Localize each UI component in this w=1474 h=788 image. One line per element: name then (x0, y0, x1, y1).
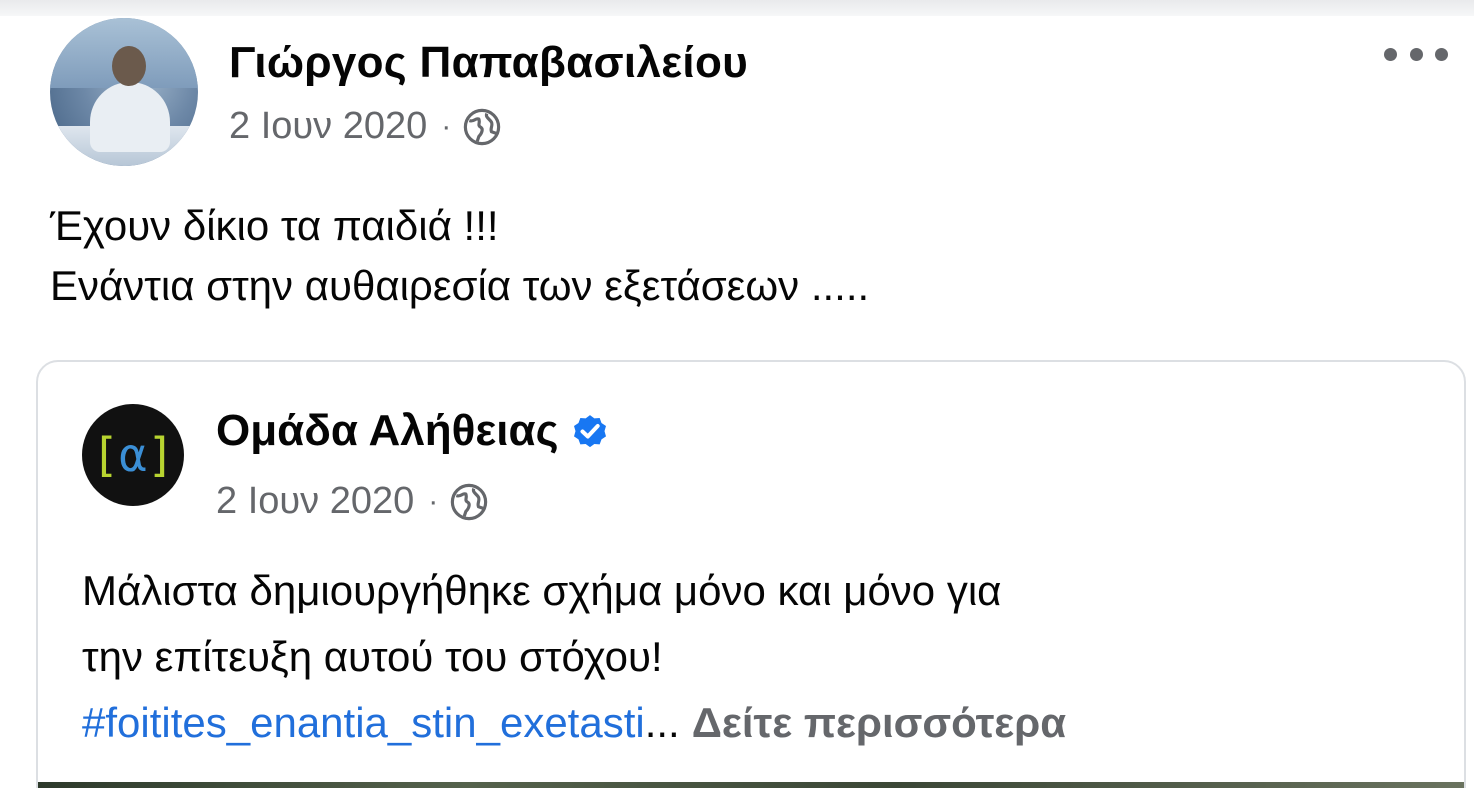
shared-post-meta: 2 Ιουν 2020 · (216, 480, 488, 523)
post-text-line: Έχουν δίκιο τα παιδιά !!! (50, 202, 499, 249)
globe-icon[interactable] (463, 108, 501, 146)
author-name[interactable]: Γιώργος Παπαβασιλείου (229, 38, 748, 88)
hashtag-link[interactable]: #foitites_enantia_stin_exetasti (82, 699, 645, 746)
globe-icon[interactable] (450, 483, 488, 521)
verified-badge-icon (574, 415, 607, 448)
shared-page-name-row: Ομάδα Αλήθειας (216, 406, 610, 456)
post-text: Έχουν δίκιο τα παιδιά !!! Ενάντια στην α… (50, 196, 869, 316)
top-divider (0, 0, 1474, 16)
meta-separator: · (428, 484, 439, 518)
shared-text-line-hashtag: #foitites_enantia_stin_exetasti... Δείτε … (82, 690, 1066, 756)
page-logo-avatar[interactable]: [α] (82, 404, 184, 506)
shared-post-card[interactable]: [α] Ομάδα Αλήθειας 2 Ιουν 2020 · Μάλιστα… (36, 360, 1466, 788)
shared-media-preview[interactable] (38, 782, 1464, 788)
post-text-line: Ενάντια στην αυθαιρεσία των εξετάσεων ..… (50, 262, 870, 309)
more-options-icon (1384, 47, 1397, 61)
logo-right-bracket: ] (146, 428, 175, 482)
shared-page-name[interactable]: Ομάδα Αλήθειας (216, 406, 558, 456)
meta-separator: · (441, 109, 452, 143)
shared-text-line: την επίτευξη αυτού του στόχου! (82, 633, 663, 680)
facebook-post: Γιώργος Παπαβασιλείου 2 Ιουν 2020 · Έχου… (0, 0, 1474, 788)
author-avatar[interactable] (50, 18, 198, 166)
more-options-button[interactable] (1384, 36, 1448, 72)
shared-text-line: Μάλιστα δημιουργήθηκε σχήμα μόνο και μόν… (82, 567, 1002, 614)
shared-post-date[interactable]: 2 Ιουν 2020 (216, 480, 414, 523)
see-more-link[interactable]: Δείτε περισσότερα (692, 699, 1066, 746)
post-meta: 2 Ιουν 2020 · (229, 105, 501, 148)
shared-post-text: Μάλιστα δημιουργήθηκε σχήμα μόνο και μόν… (82, 558, 1066, 756)
truncation-ellipsis: ... (644, 699, 680, 746)
logo-left-bracket: [ (91, 428, 120, 482)
post-date[interactable]: 2 Ιουν 2020 (229, 105, 427, 148)
logo-letter: α (119, 428, 147, 482)
